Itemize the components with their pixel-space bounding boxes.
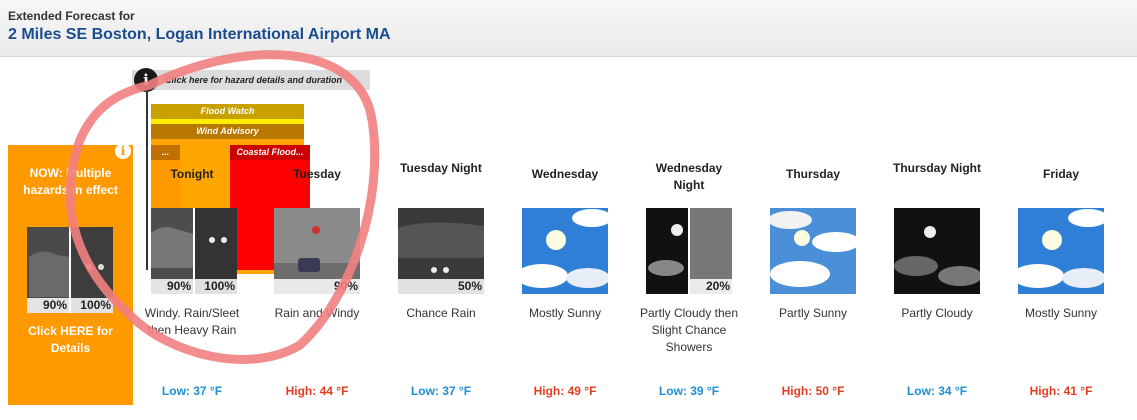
period-name: Tonight xyxy=(170,167,214,181)
precip-chance: 90% xyxy=(27,298,69,313)
temperature: High: 50 °F xyxy=(781,384,845,398)
period-name: Tuesday xyxy=(293,167,341,181)
temperature: High: 44 °F xyxy=(285,384,349,398)
mostly-sunny-icon[interactable] xyxy=(522,208,608,294)
forecast-label: Extended Forecast for xyxy=(8,9,135,23)
temperature: High: 41 °F xyxy=(1029,384,1093,398)
precip-chance: 90% xyxy=(151,279,193,294)
short-forecast: Rain and Windy xyxy=(274,306,360,320)
precip-chance: 20% xyxy=(690,279,732,294)
hazard-thumbnail[interactable]: 90% 100% xyxy=(27,227,113,313)
hazard-label[interactable]: Wind Advisory xyxy=(151,124,304,139)
partly-cloudy-night-icon[interactable] xyxy=(894,208,980,294)
precip-chance: 90% xyxy=(274,279,360,294)
precip-chance: 50% xyxy=(398,279,484,294)
rain-day-icon[interactable]: 90% xyxy=(274,208,360,294)
period-name: Thursday xyxy=(785,167,840,181)
now-hazard-panel[interactable]: i NOW: Multiple hazards in effect 90% 10… xyxy=(8,143,133,405)
short-forecast: Partly Sunny xyxy=(778,306,848,320)
temperature: Low: 37 °F xyxy=(410,384,472,398)
temperature: High: 49 °F xyxy=(533,384,597,398)
precip-chance: 100% xyxy=(71,298,113,313)
period-name: Tuesday Night xyxy=(400,161,482,175)
short-forecast: Chance Rain xyxy=(406,306,476,320)
info-icon[interactable]: i xyxy=(115,143,131,159)
period-name: Wednesday Night xyxy=(655,161,723,192)
details-link[interactable]: Click HERE for Details xyxy=(12,323,129,357)
hazard-label[interactable]: Flood Watch xyxy=(151,104,304,119)
hazard-details-link[interactable]: Click here for hazard details and durati… xyxy=(165,75,342,85)
now-hazard-text[interactable]: NOW: Multiple hazards in effect xyxy=(14,165,127,199)
short-forecast: Partly Cloudy xyxy=(901,306,973,320)
rain-night-icon[interactable]: 90% 100% xyxy=(151,208,237,294)
period-name: Friday xyxy=(1042,167,1079,181)
forecast-header: Extended Forecast for 2 Miles SE Boston,… xyxy=(0,0,1137,57)
partly-sunny-icon[interactable] xyxy=(770,208,856,294)
short-forecast: Partly Cloudy then Slight Chance Showers xyxy=(639,306,739,354)
period-name: Wednesday xyxy=(531,167,599,181)
period-name: Thursday Night xyxy=(892,161,981,175)
short-forecast: Mostly Sunny xyxy=(528,306,602,320)
temperature: Low: 39 °F xyxy=(658,384,720,398)
info-icon[interactable]: i xyxy=(134,68,158,92)
hazard-details-bar[interactable]: i Click here for hazard details and dura… xyxy=(132,68,370,92)
precip-chance: 100% xyxy=(195,279,237,294)
rain-night-icon[interactable]: 50% xyxy=(398,208,484,294)
short-forecast: Mostly Sunny xyxy=(1024,306,1098,320)
mostly-sunny-icon[interactable] xyxy=(1018,208,1104,294)
temperature: Low: 34 °F xyxy=(906,384,968,398)
partly-cloudy-night-showers-icon[interactable]: 20% xyxy=(646,208,732,294)
temperature: Low: 37 °F xyxy=(161,384,223,398)
short-forecast: Windy. Rain/Sleet then Heavy Rain xyxy=(144,306,240,337)
hazard-label[interactable]: ... xyxy=(151,145,180,160)
location-title: 2 Miles SE Boston, Logan International A… xyxy=(8,26,391,43)
hazard-label[interactable]: Coastal Flood... xyxy=(230,145,310,160)
